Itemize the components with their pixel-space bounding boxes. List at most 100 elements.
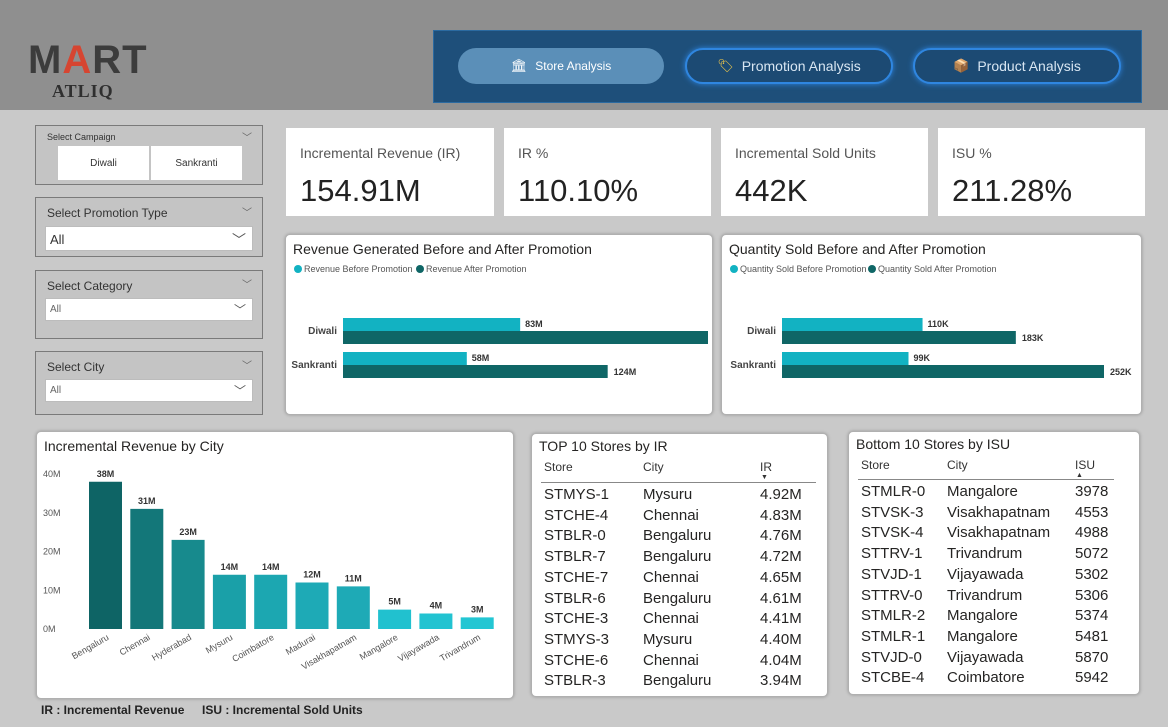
- table-cell: STCHE-3: [544, 610, 609, 628]
- column-header-city[interactable]: City: [947, 458, 968, 472]
- table-row[interactable]: STBLR-0 Bengaluru 4.76M: [532, 527, 827, 547]
- header-bar: MART ATLIQ 🏛 Store Analysis 🏷 Promotion …: [0, 0, 1168, 110]
- table-cell: Mysuru: [643, 630, 693, 648]
- kpi-title: ISU %: [952, 145, 992, 161]
- table-row[interactable]: STTRV-1 Trivandrum 5072: [849, 545, 1139, 565]
- table-row[interactable]: STVSK-4 Visakhapatnam 4988: [849, 524, 1139, 544]
- table-row[interactable]: STBLR-6 Bengaluru 4.61M: [532, 590, 827, 610]
- x-tick-label: Trivandrum: [438, 632, 482, 663]
- bar[interactable]: [378, 609, 412, 629]
- table-row[interactable]: STCHE-3 Chennai 4.41M: [532, 610, 827, 630]
- bar[interactable]: [460, 617, 494, 629]
- chevron-down-icon[interactable]: ﹀: [242, 129, 252, 144]
- table-row[interactable]: STCHE-4 Chennai 4.83M: [532, 507, 827, 527]
- bar[interactable]: [782, 331, 1016, 344]
- chevron-down-icon[interactable]: ﹀: [242, 204, 252, 219]
- table-cell: STVSK-3: [861, 503, 924, 521]
- column-header-isu[interactable]: ISU: [1075, 458, 1095, 472]
- bar[interactable]: [419, 613, 453, 630]
- category-label: Diwali: [308, 326, 337, 337]
- ir-by-city-chart: Incremental Revenue by City 0M 10M 20M 30M 4…: [36, 431, 514, 699]
- data-label: 5M: [388, 597, 401, 607]
- table-cell: Visakhapatnam: [947, 524, 1051, 542]
- city-slicer-label: Select City: [47, 360, 105, 374]
- promotion-type-slicer-label: Select Promotion Type: [47, 206, 168, 220]
- campaign-option-diwali[interactable]: Diwali: [58, 146, 149, 180]
- campaign-option-sankranti[interactable]: Sankranti: [151, 146, 242, 180]
- table-row[interactable]: STMLR-0 Mangalore 3978: [849, 483, 1139, 503]
- bar[interactable]: [782, 318, 923, 331]
- table-row[interactable]: STBLR-7 Bengaluru 4.72M: [532, 548, 827, 568]
- x-tick-label: Chennai: [118, 632, 152, 657]
- tag-icon: 🏷: [717, 58, 734, 73]
- kpi-value: 211.28%: [952, 173, 1073, 208]
- table-cell: STMYS-3: [544, 630, 610, 648]
- dropdown-chevron-icon: ﹀: [233, 384, 246, 398]
- product-analysis-button[interactable]: 📦 Product Analysis: [913, 48, 1121, 84]
- revenue-before-after-chart: Revenue Generated Before and After Promo…: [285, 234, 713, 415]
- table-row[interactable]: STVSK-3 Visakhapatnam 4553: [849, 504, 1139, 524]
- column-header-city[interactable]: City: [643, 460, 664, 474]
- table-row[interactable]: STCBE-4 Coimbatore 5942: [849, 669, 1139, 689]
- bar[interactable]: [171, 539, 205, 629]
- promotion-analysis-label: Promotion Analysis: [741, 58, 861, 74]
- revenue-chart-svg: Revenue Before Promotion Revenue After Pr…: [291, 264, 708, 378]
- bar[interactable]: [782, 352, 909, 365]
- table-cell: Trivandrum: [947, 586, 1023, 604]
- table-cell: Mangalore: [947, 483, 1018, 500]
- promotion-analysis-button[interactable]: 🏷 Promotion Analysis: [685, 48, 893, 84]
- city-value: All: [50, 385, 62, 396]
- table-cell: Vijayawada: [947, 565, 1024, 583]
- data-label: 31M: [138, 496, 156, 506]
- bar[interactable]: [343, 365, 608, 378]
- table-row[interactable]: STMLR-2 Mangalore 5374: [849, 607, 1139, 627]
- table-row[interactable]: STCHE-6 Chennai 4.04M: [532, 652, 827, 672]
- table-cell: 5072: [1075, 545, 1109, 563]
- chevron-down-icon[interactable]: ﹀: [242, 276, 252, 291]
- bar[interactable]: [254, 574, 288, 629]
- bar[interactable]: [336, 586, 370, 629]
- data-label: 183K: [1022, 333, 1044, 343]
- chevron-down-icon[interactable]: ﹀: [242, 357, 252, 372]
- bar[interactable]: [295, 582, 329, 630]
- bar[interactable]: [130, 508, 164, 629]
- column-header-ir[interactable]: IR: [760, 460, 772, 474]
- table-row[interactable]: STMYS-1 Mysuru 4.92M: [532, 486, 827, 506]
- bar[interactable]: [89, 481, 122, 629]
- column-header-store[interactable]: Store: [544, 460, 573, 474]
- table-cell: STTRV-1: [861, 545, 923, 563]
- data-label: 38M: [97, 469, 115, 479]
- table-row[interactable]: STBLR-3 Bengaluru 3.94M: [532, 672, 827, 692]
- bar[interactable]: [343, 331, 708, 344]
- promotion-type-dropdown[interactable]: All ﹀: [45, 226, 253, 251]
- table-row[interactable]: STMYS-3 Mysuru 4.40M: [532, 631, 827, 651]
- table-cell: 5306: [1075, 586, 1109, 604]
- campaign-slicer: Select Campaign ﹀ Diwali Sankranti: [35, 125, 263, 185]
- category-value: All: [50, 304, 62, 315]
- table-row[interactable]: STMLR-1 Mangalore 5481: [849, 628, 1139, 648]
- table-row[interactable]: STCHE-7 Chennai 4.65M: [532, 569, 827, 589]
- logo-subtitle: ATLIQ: [52, 81, 114, 101]
- city-dropdown[interactable]: All ﹀: [45, 379, 253, 402]
- table-cell: STCHE-6: [544, 651, 609, 669]
- table-cell: STTRV-0: [861, 586, 923, 604]
- store-analysis-button[interactable]: 🏛 Store Analysis: [458, 48, 664, 84]
- bar[interactable]: [343, 318, 521, 331]
- table-row[interactable]: STVJD-1 Vijayawada 5302: [849, 566, 1139, 586]
- bar[interactable]: [782, 365, 1104, 378]
- category-dropdown[interactable]: All ﹀: [45, 298, 253, 321]
- table-row[interactable]: STTRV-0 Trivandrum 5306: [849, 587, 1139, 607]
- y-tick-label: 30M: [43, 508, 61, 518]
- table-cell: 5374: [1075, 607, 1109, 625]
- table-cell: 4.04M: [760, 651, 802, 669]
- top-stores-table: TOP 10 Stores by IR Store City IR ▼ STMYS-1 M…: [531, 433, 828, 697]
- bar[interactable]: [343, 352, 467, 365]
- table-cell: 4553: [1075, 503, 1109, 521]
- bar[interactable]: [212, 574, 246, 629]
- table-row[interactable]: STVJD-0 Vijayawada 5870: [849, 649, 1139, 669]
- table-cell: 4.40M: [760, 630, 802, 648]
- category-slicer: Select Category ﹀ All ﹀: [35, 270, 263, 339]
- table-cell: 5870: [1075, 648, 1109, 666]
- data-label: 23M: [179, 527, 197, 537]
- column-header-store[interactable]: Store: [861, 458, 890, 472]
